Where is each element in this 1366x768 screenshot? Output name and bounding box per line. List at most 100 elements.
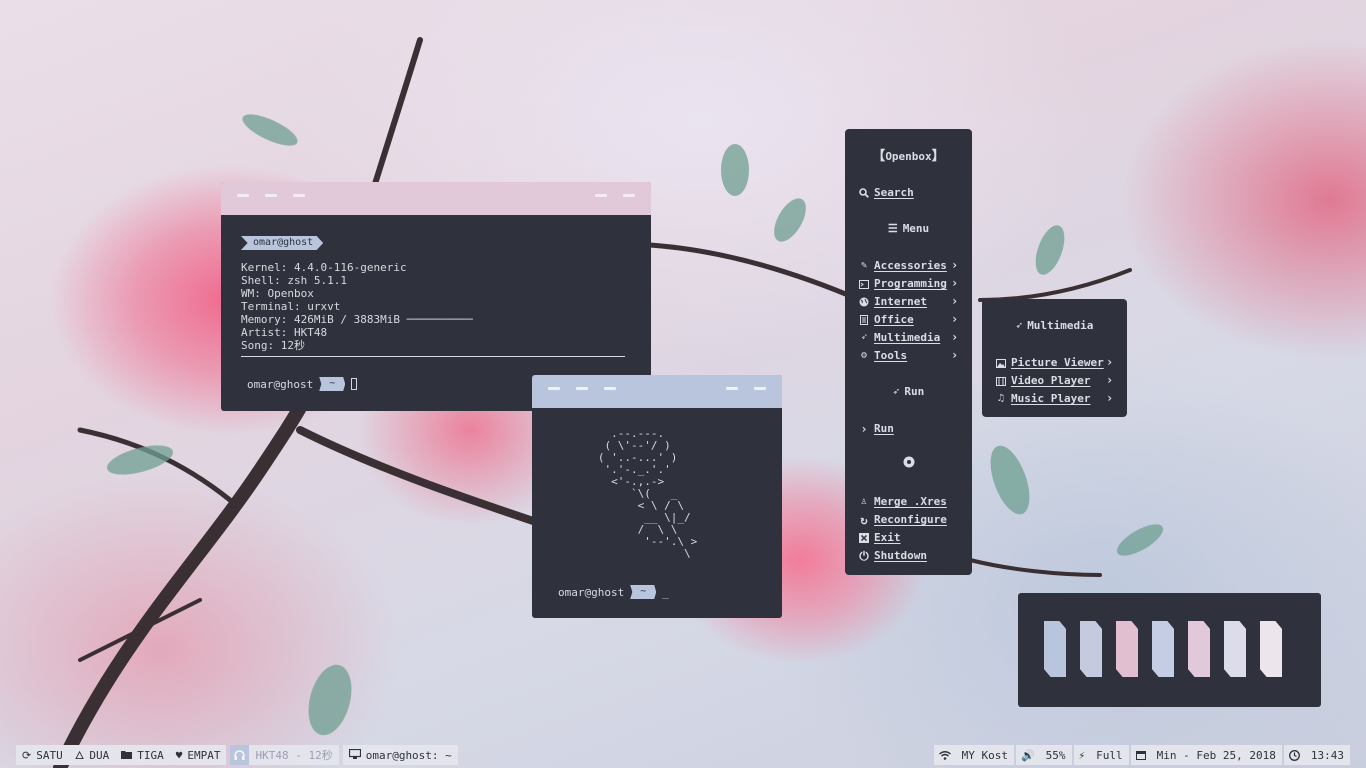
- workspace-indicator[interactable]: [1044, 621, 1066, 677]
- terminal-window-ascii[interactable]: .--.---. ( \'--'/ ) ( '..-...' ) '.'-._.…: [532, 375, 782, 618]
- menu-title: 【Openbox】: [872, 149, 945, 164]
- close-button[interactable]: [623, 194, 635, 197]
- fire-icon: 🜂: [74, 749, 85, 762]
- multimedia-submenu[interactable]: ➶ Multimedia Picture Viewer › Video Playe…: [982, 299, 1127, 417]
- info-song: Song: 12秒: [241, 339, 305, 352]
- run-heading: ➶ Run: [892, 385, 925, 398]
- folder-icon: [121, 749, 133, 762]
- menu-item-picture-viewer[interactable]: Picture Viewer: [994, 354, 1104, 372]
- run-item[interactable]: › Run: [857, 420, 894, 438]
- globe-icon: [857, 297, 871, 307]
- menu-item-music-player[interactable]: ♫ Music Player: [994, 390, 1091, 408]
- info-kernel: Kernel: 4.4.0-116-generic: [241, 261, 407, 274]
- chevron-right-icon: ›: [951, 330, 959, 344]
- submenu-title: ➶ Multimedia: [1015, 319, 1094, 332]
- date-display[interactable]: Min - Feb 25, 2018: [1150, 745, 1282, 765]
- workspace-button-tiga[interactable]: TIGA: [115, 745, 170, 765]
- prompt-dir-badge: ~: [630, 585, 657, 599]
- clock-icon: [1283, 745, 1305, 765]
- terminal-icon: [857, 279, 871, 289]
- workspace-indicator[interactable]: [1080, 621, 1102, 677]
- workspace-button-satu[interactable]: ⟳ SATU: [16, 745, 69, 765]
- menu-item-multimedia[interactable]: ➶ Multimedia: [857, 329, 940, 347]
- cogs-icon: ⚙: [860, 350, 868, 361]
- titlebar-dash-icon: [265, 194, 277, 197]
- info-shell: Shell: zsh 5.1.1: [241, 274, 347, 287]
- terminal-titlebar[interactable]: [221, 182, 651, 215]
- volume-status[interactable]: 55%: [1039, 745, 1072, 765]
- chevron-right-icon: ›: [951, 312, 959, 326]
- cursor: [351, 378, 358, 390]
- menu-item-tools[interactable]: ⚙ Tools: [857, 347, 907, 365]
- workspace-indicator[interactable]: [1260, 621, 1282, 677]
- rocket-icon: ➶: [892, 385, 900, 398]
- menu-item-internet[interactable]: Internet: [857, 293, 927, 311]
- system-info: Kernel: 4.4.0-116-generic Shell: zsh 5.1…: [241, 261, 631, 352]
- wifi-icon: [933, 745, 956, 765]
- calendar-icon: [1130, 745, 1151, 765]
- menu-item-video-player[interactable]: Video Player: [994, 372, 1090, 390]
- active-window-task[interactable]: omar@ghost: ~: [342, 745, 458, 765]
- chevron-right-icon: ›: [1106, 355, 1114, 369]
- plug-icon: ⚡: [1073, 745, 1091, 765]
- info-memory: Memory: 426MiB / 3883MiB ──────────: [241, 313, 473, 326]
- titlebar-dash-icon: [293, 194, 305, 197]
- minimize-button[interactable]: [595, 194, 607, 197]
- workspace-indicator[interactable]: [1188, 621, 1210, 677]
- workspace-indicator[interactable]: [1152, 621, 1174, 677]
- prompt-dir-badge: ~: [319, 377, 346, 391]
- reconfigure-item[interactable]: ↻ Reconfigure: [857, 511, 946, 529]
- divider: [241, 356, 625, 357]
- menu-item-accessories[interactable]: ✎ Accessories: [857, 257, 947, 275]
- info-wm: WM: Openbox: [241, 287, 314, 300]
- merge-xres-item[interactable]: ♙ Merge .Xres: [857, 493, 947, 511]
- taskbar-right: MY Kost 🔊 55% ⚡ Full Min - Feb 25, 2018 …: [933, 745, 1350, 765]
- prompt-user: omar@ghost: [247, 377, 314, 391]
- minimize-button[interactable]: [726, 387, 738, 390]
- battery-status[interactable]: Full: [1090, 745, 1129, 765]
- rocket-icon: ➶: [1015, 319, 1023, 332]
- prompt-user: omar@ghost: [558, 585, 625, 599]
- sync-icon: ⟳: [22, 748, 32, 762]
- openbox-menu[interactable]: 【Openbox】 Search ☰ Menu ✎ Accessories › Pr…: [845, 129, 972, 575]
- titlebar-dash-icon: [604, 387, 616, 390]
- titlebar-dash-icon: [576, 387, 588, 390]
- volume-icon: 🔊: [1015, 745, 1040, 765]
- power-icon: ⏻: [859, 549, 869, 563]
- image-icon: [994, 358, 1008, 368]
- linux-icon: ♙: [860, 496, 868, 507]
- chevron-right-icon: ›: [951, 276, 959, 290]
- workspace-indicator[interactable]: [1224, 621, 1246, 677]
- monitor-icon: [348, 748, 361, 762]
- cursor: _: [662, 585, 669, 599]
- close-button[interactable]: [754, 387, 766, 390]
- time-display[interactable]: 13:43: [1304, 745, 1350, 765]
- search-item[interactable]: Search: [857, 184, 914, 202]
- chevron-right-icon: ›: [1106, 373, 1114, 387]
- chevron-right-icon: ›: [951, 258, 959, 272]
- document-icon: [857, 315, 871, 325]
- menu-item-programming[interactable]: Programming: [857, 275, 947, 293]
- info-terminal: Terminal: urxvt: [241, 300, 341, 313]
- menu-item-office[interactable]: Office: [857, 311, 914, 329]
- wifi-status[interactable]: MY Kost: [955, 745, 1014, 765]
- now-playing[interactable]: HKT48 - 12秒: [249, 745, 339, 765]
- menu-heading: ☰ Menu: [887, 222, 930, 235]
- workspace-indicator[interactable]: [1116, 621, 1138, 677]
- bracket-left-icon: 【: [872, 149, 886, 164]
- workspace-widget: [1018, 593, 1321, 707]
- rocket-icon: ➶: [860, 332, 868, 343]
- chevron-right-icon: ›: [951, 294, 959, 308]
- terminal-titlebar[interactable]: [532, 375, 782, 408]
- shutdown-item[interactable]: ⏻ Shutdown: [857, 547, 927, 565]
- music-icon: ♫: [997, 393, 1005, 404]
- prompt-line[interactable]: omar@ghost ~ _: [558, 585, 669, 599]
- workspace-button-dua[interactable]: 🜂 DUA: [68, 745, 116, 765]
- film-icon: [994, 376, 1008, 386]
- titlebar-dash-icon: [237, 194, 249, 197]
- info-artist: Artist: HKT48: [241, 326, 328, 339]
- workspace-button-empat[interactable]: ♥ EMPAT: [169, 745, 227, 765]
- chevron-right-icon: ›: [860, 422, 868, 436]
- exit-item[interactable]: Exit: [857, 529, 901, 547]
- disc-icon: [845, 456, 972, 474]
